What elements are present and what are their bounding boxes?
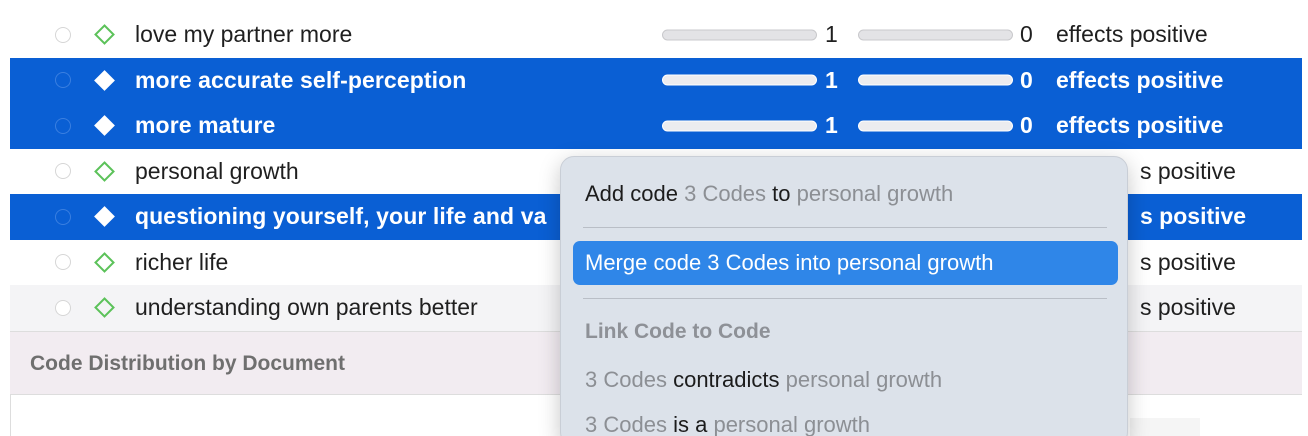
secondary-bar [858, 29, 1013, 41]
menu-item-text: Merge code 3 Codes into personal growth [585, 250, 994, 275]
menu-item-merge-code[interactable]: Merge code 3 Codes into personal growth [573, 241, 1118, 285]
menu-item-text: 3 Codes [585, 412, 667, 436]
menu-item-text: is a [673, 412, 708, 436]
menu-item-is-a[interactable]: 3 Codes is a personal growth [585, 412, 870, 436]
diamond-code-icon [94, 297, 115, 319]
relation-label: effects positive [1056, 112, 1224, 139]
relation-label: s positive [1140, 294, 1236, 321]
code-label: love my partner more [135, 21, 353, 48]
code-label: more accurate self-perception [135, 66, 467, 93]
frequency-count: 1 [825, 112, 838, 139]
relation-label: effects positive [1056, 66, 1224, 93]
menu-item-text: personal growth [785, 367, 943, 392]
diamond-code-icon [94, 24, 115, 46]
menu-item-text: contradicts [673, 367, 780, 392]
frequency-count: 1 [825, 66, 838, 93]
diamond-code-icon [94, 251, 115, 273]
relation-label: s positive [1140, 248, 1236, 275]
code-row[interactable]: more mature 1 0 effects positive [10, 103, 1302, 149]
secondary-count: 0 [1020, 112, 1033, 139]
divider [1130, 418, 1200, 436]
radio-circle-icon[interactable] [55, 26, 71, 43]
relation-label: s positive [1140, 157, 1236, 184]
radio-circle-icon[interactable] [55, 117, 71, 134]
code-label: richer life [135, 248, 229, 275]
radio-circle-icon[interactable] [55, 254, 71, 271]
code-label: questioning yourself, your life and va [135, 203, 547, 230]
context-menu: Add code 3 Codes to personal growth Merg… [560, 156, 1128, 436]
code-label: more mature [135, 112, 276, 139]
secondary-bar [858, 74, 1013, 86]
radio-circle-icon[interactable] [55, 299, 71, 316]
frequency-bar [662, 74, 817, 86]
code-label: personal growth [135, 157, 299, 184]
diamond-code-icon [94, 69, 115, 91]
diamond-code-icon [94, 160, 115, 182]
secondary-bar [858, 120, 1013, 132]
menu-item-text: Add code [585, 181, 678, 206]
menu-item-contradicts[interactable]: 3 Codes contradicts personal growth [585, 367, 942, 393]
radio-circle-icon[interactable] [55, 72, 71, 89]
relation-label: effects positive [1056, 21, 1208, 48]
menu-item-text: 3 Codes [684, 181, 767, 206]
secondary-count: 0 [1020, 21, 1033, 48]
menu-section-header: Link Code to Code [585, 320, 771, 343]
secondary-count: 0 [1020, 66, 1033, 93]
frequency-count: 1 [825, 21, 838, 48]
menu-item-add-code[interactable]: Add code 3 Codes to personal growth [585, 181, 953, 207]
radio-circle-icon[interactable] [55, 163, 71, 180]
menu-separator [583, 298, 1107, 299]
menu-item-text: to [772, 181, 791, 206]
frequency-bar [662, 29, 817, 41]
relation-label: s positive [1140, 203, 1247, 230]
code-row[interactable]: more accurate self-perception 1 0 effect… [10, 57, 1302, 103]
diamond-code-icon [94, 115, 115, 137]
code-label: understanding own parents better [135, 294, 478, 321]
menu-separator [583, 227, 1107, 228]
radio-circle-icon[interactable] [55, 208, 71, 225]
code-row[interactable]: love my partner more 1 0 effects positiv… [10, 12, 1302, 58]
section-title: Code Distribution by Document [30, 352, 345, 375]
frequency-bar [662, 120, 817, 132]
menu-item-text: personal growth [713, 412, 870, 436]
diamond-code-icon [94, 206, 115, 228]
menu-item-text: personal growth [796, 181, 954, 206]
menu-item-text: 3 Codes [585, 367, 667, 392]
